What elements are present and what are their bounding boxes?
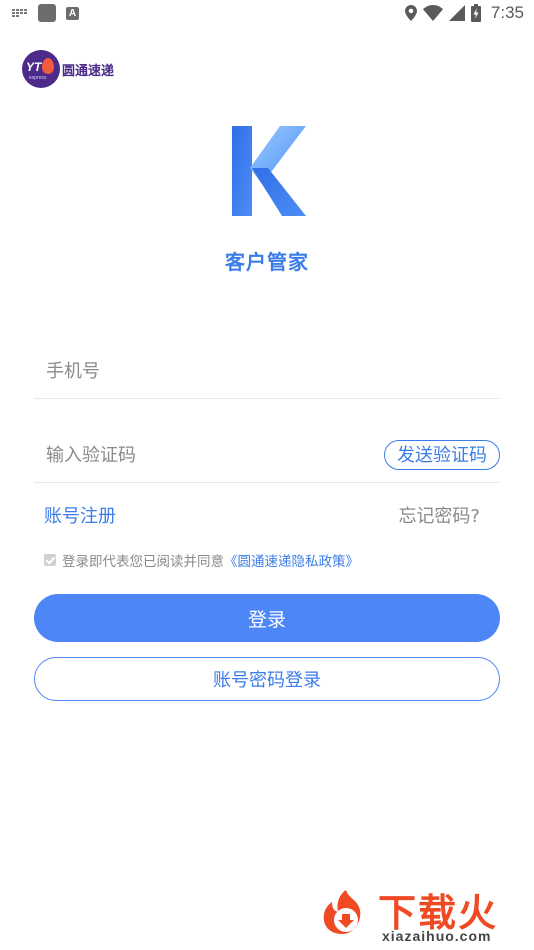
send-code-button[interactable]: 发送验证码 bbox=[384, 440, 500, 470]
agreement-checkbox[interactable] bbox=[44, 554, 56, 566]
wifi-icon bbox=[422, 5, 443, 21]
app-k-logo bbox=[232, 126, 306, 216]
brand-header: YT express 圆通速递 bbox=[22, 50, 114, 88]
watermark: 下载火 xiazaihuo.com bbox=[316, 880, 528, 946]
keyboard-icon bbox=[12, 8, 28, 18]
status-right: 7:35 bbox=[404, 3, 524, 23]
flame-icon bbox=[42, 58, 54, 74]
login-button[interactable]: 登录 bbox=[34, 594, 500, 642]
battery-icon bbox=[470, 4, 481, 22]
app-name: 客户管家 bbox=[225, 250, 309, 274]
a-notification-icon: A bbox=[66, 6, 79, 20]
status-time: 7:35 bbox=[490, 3, 524, 22]
phone-field-container bbox=[34, 342, 500, 399]
app-notification-icon bbox=[38, 4, 56, 22]
watermark-url: xiazaihuo.com bbox=[382, 928, 492, 944]
agreement-row: 登录即代表您已阅读并同意 《圆通速递隐私政策》 bbox=[44, 550, 359, 570]
agreement-text: 登录即代表您已阅读并同意 bbox=[62, 554, 224, 570]
yto-logo: YT express bbox=[22, 50, 60, 88]
yto-logo-text: YT bbox=[26, 60, 42, 74]
yto-logo-subtext: express bbox=[29, 75, 47, 81]
status-left: A bbox=[12, 4, 79, 22]
forgot-password-link[interactable]: 忘记密码? bbox=[398, 502, 480, 528]
phone-input[interactable] bbox=[44, 352, 368, 390]
cell-signal-icon bbox=[448, 5, 465, 21]
download-fire-icon bbox=[323, 890, 361, 934]
register-link[interactable]: 账号注册 bbox=[44, 502, 116, 528]
location-icon bbox=[404, 5, 417, 21]
password-login-button[interactable]: 账号密码登录 bbox=[34, 657, 500, 701]
privacy-policy-link[interactable]: 《圆通速递隐私政策》 bbox=[224, 550, 359, 570]
brand-name: 圆通速递 bbox=[62, 63, 115, 79]
verification-code-input[interactable] bbox=[44, 436, 368, 474]
status-bar: A 7:35 bbox=[0, 0, 534, 28]
code-field-container: 发送验证码 bbox=[34, 426, 500, 483]
